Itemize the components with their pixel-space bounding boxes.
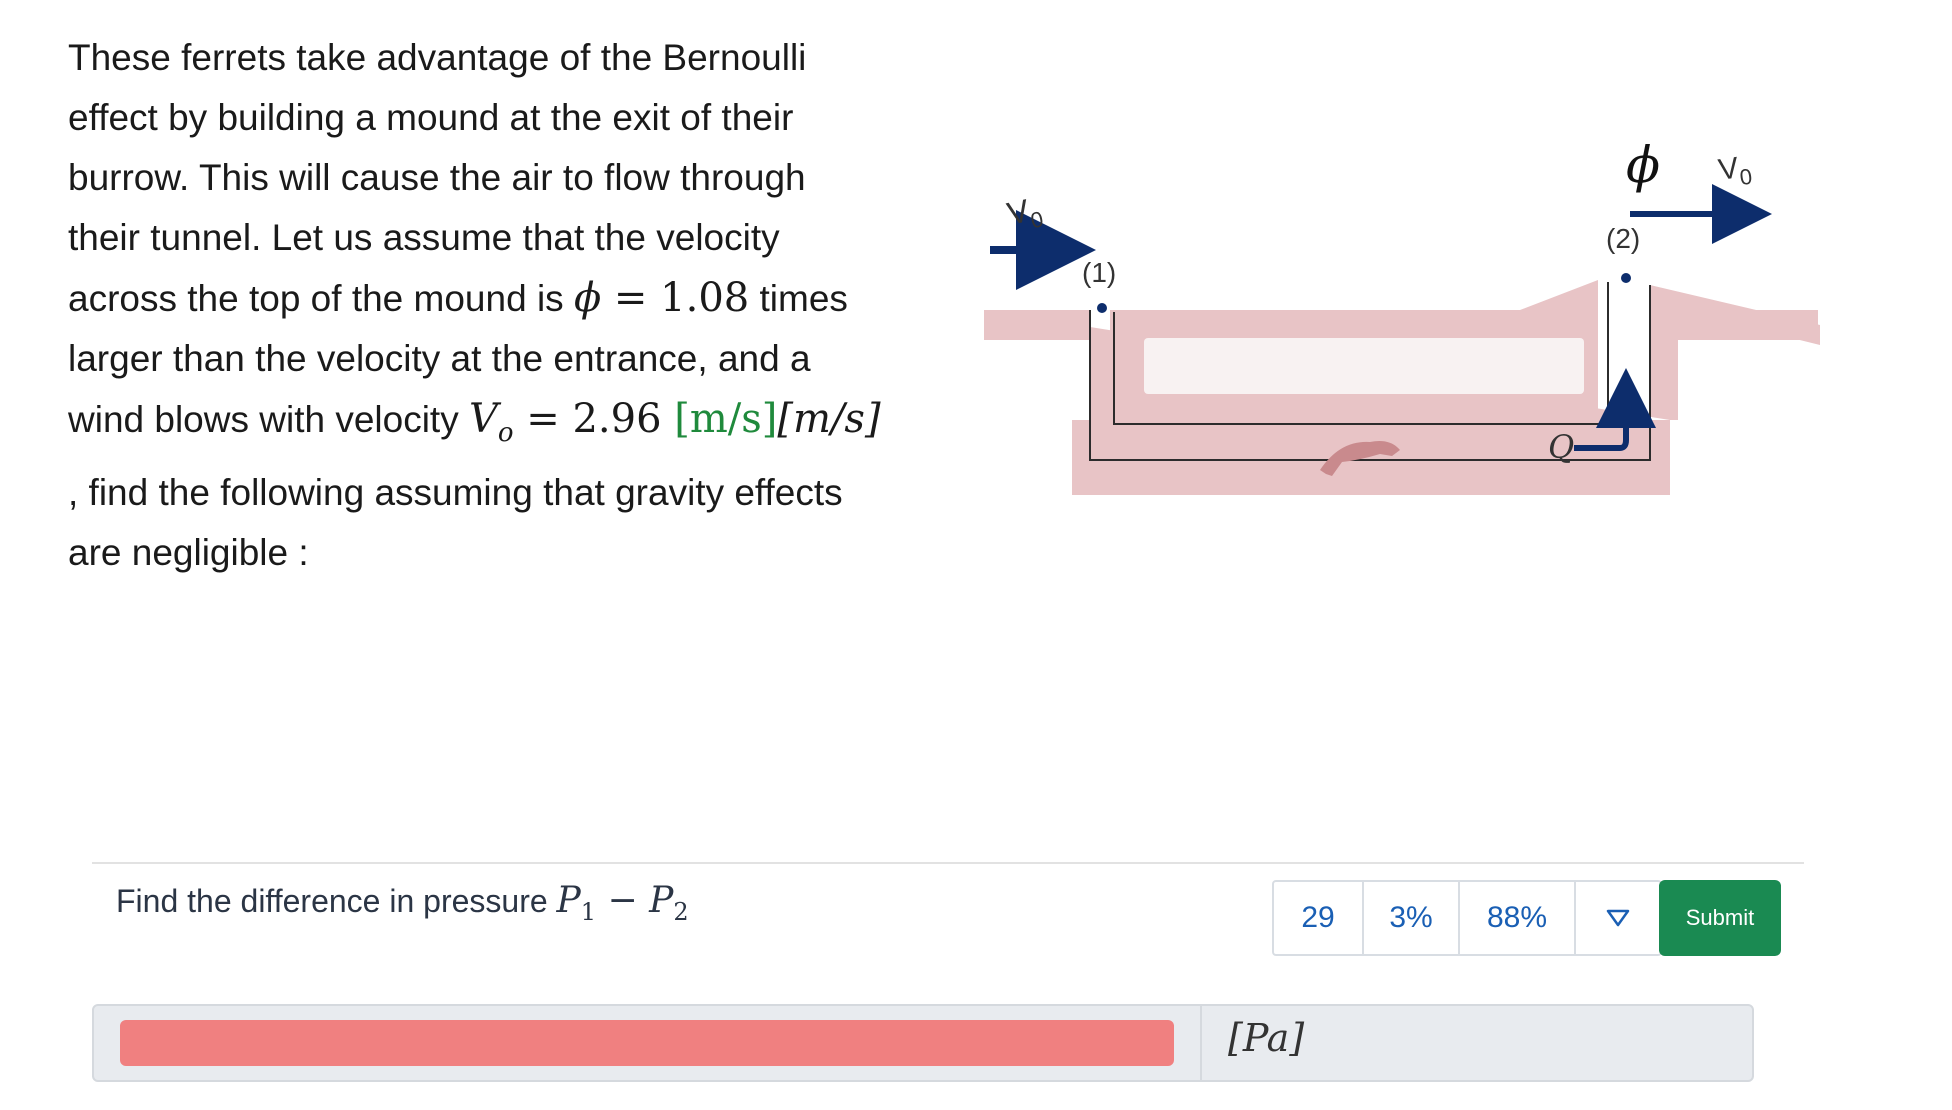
expand-dropdown[interactable] <box>1576 882 1660 954</box>
answer-input[interactable] <box>120 1020 1174 1066</box>
problem-line: burrow. This will cause the air to flow … <box>68 157 806 198</box>
problem-line-velocity: wind blows with velocity Vo = 2.96 [m/s]… <box>68 389 928 463</box>
problem-text: times <box>749 278 848 319</box>
chevron-down-icon <box>1606 909 1630 927</box>
problem-line: These ferrets take advantage of the Bern… <box>68 37 807 78</box>
problem-statement: These ferrets take advantage of the Bern… <box>68 28 928 583</box>
p1-subscript: 1 <box>580 898 597 927</box>
vo-left-label: V0 <box>1004 190 1046 238</box>
equals-sign: = <box>601 275 661 321</box>
problem-line: effect by building a mound at the exit o… <box>68 97 794 138</box>
answer-unit: [Pa] <box>1228 1016 1304 1060</box>
burrow-diagram: V0 (1) (2) ϕ V0 Q <box>984 136 1820 495</box>
phi-equation: ϕ = 1.08 <box>574 275 749 321</box>
question-text: Find the difference in pressure <box>116 883 557 919</box>
p2-subscript: 2 <box>673 898 689 927</box>
problem-line: , find the following assuming that gravi… <box>68 472 843 513</box>
attempt-stats: 29 3% 88% <box>1272 880 1662 956</box>
pressure-expression: P1 − P2 <box>556 880 689 926</box>
problem-line: larger than the velocity at the entrance… <box>68 338 811 379</box>
equals-sign: = <box>513 396 573 442</box>
point-1-marker <box>1097 303 1107 313</box>
problem-text: wind blows with velocity <box>68 399 469 440</box>
q-label: Q <box>1548 428 1574 466</box>
problem-line: are negligible : <box>68 532 309 573</box>
minus-sign: − <box>596 880 650 921</box>
problem-line-phi: across the top of the mound is ϕ = 1.08 … <box>68 268 928 329</box>
p1-symbol: P <box>556 880 581 921</box>
problem-text: across the top of the mound is <box>68 278 574 319</box>
p2-symbol: P <box>649 880 674 921</box>
vo-right-label: V0 <box>1716 150 1753 193</box>
velocity-subscript: o <box>497 418 514 448</box>
phi-label: ϕ <box>1626 136 1660 194</box>
submit-button[interactable]: Submit <box>1659 880 1781 956</box>
problem-line: their tunnel. Let us assume that the vel… <box>68 217 780 258</box>
unit-text: [Pa] <box>1228 1016 1305 1060</box>
answer-separator <box>1200 1006 1202 1080</box>
phi-symbol: ϕ <box>573 275 602 321</box>
attempts-count: 29 <box>1274 882 1364 954</box>
divider <box>92 862 1804 864</box>
velocity-value: 2.96 <box>572 396 662 442</box>
burrow-inner-block <box>1144 338 1584 394</box>
point-2-label: (2) <box>1606 223 1640 254</box>
point-2-marker <box>1621 273 1631 283</box>
question-prompt: Find the difference in pressure P1 − P2 <box>116 880 689 926</box>
velocity-equation: Vo = 2.96 [m/s][m/s] <box>468 396 881 448</box>
velocity-unit-italic: [m/s] <box>777 396 881 442</box>
stat-percent-a: 3% <box>1364 882 1460 954</box>
velocity-unit: [m/s] <box>674 396 778 442</box>
point-1-label: (1) <box>1082 257 1116 288</box>
phi-value: 1.08 <box>660 275 750 321</box>
stat-percent-b: 88% <box>1460 882 1576 954</box>
velocity-symbol: V <box>468 396 498 442</box>
answer-row: [Pa] <box>92 1004 1754 1082</box>
